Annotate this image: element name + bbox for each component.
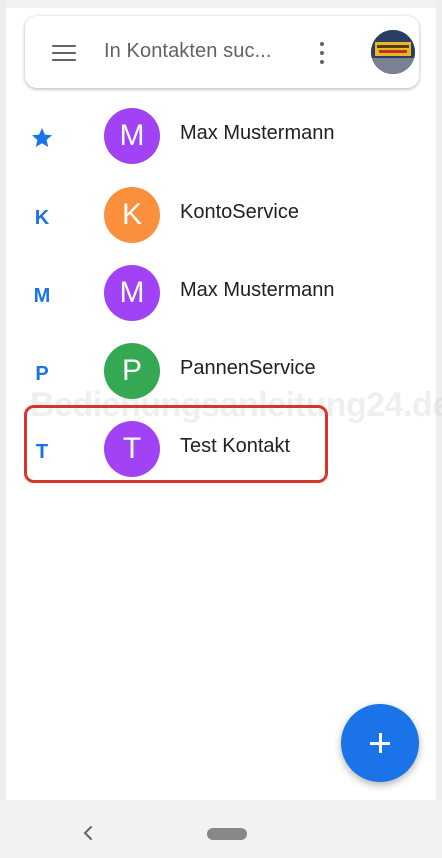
hamburger-menu-icon[interactable]	[52, 44, 78, 62]
account-avatar[interactable]	[371, 30, 415, 74]
index-letter: M	[33, 285, 51, 307]
plus-icon-vertical	[379, 733, 382, 753]
contact-row[interactable]: K K KontoService	[0, 181, 442, 259]
home-pill-button[interactable]	[207, 828, 247, 840]
contact-avatar: K	[104, 187, 160, 243]
highlight-annotation	[24, 405, 328, 483]
contact-name: KontoService	[180, 201, 299, 223]
contact-row[interactable]: P P PannenService	[0, 337, 442, 415]
index-letter: P	[35, 363, 49, 385]
search-bar[interactable]: In Kontakten suc...	[25, 16, 419, 88]
contact-row-favorite[interactable]: M Max Mustermann	[0, 102, 442, 180]
more-options-icon[interactable]	[315, 40, 329, 66]
contact-avatar: M	[104, 108, 160, 164]
contact-name: Max Mustermann	[180, 279, 335, 301]
search-input[interactable]: In Kontakten suc...	[104, 40, 272, 63]
contact-name: Max Mustermann	[180, 122, 335, 144]
index-letter: K	[34, 207, 50, 229]
device-frame-top	[0, 0, 442, 8]
star-icon	[32, 128, 52, 147]
contact-row[interactable]: M M Max Mustermann	[0, 259, 442, 337]
add-contact-button[interactable]	[341, 704, 419, 782]
contact-avatar: P	[104, 343, 160, 399]
system-navigation-bar	[0, 800, 442, 858]
contact-name: PannenService	[180, 357, 316, 379]
contact-avatar: M	[104, 265, 160, 321]
chevron-left-icon[interactable]	[80, 824, 96, 842]
